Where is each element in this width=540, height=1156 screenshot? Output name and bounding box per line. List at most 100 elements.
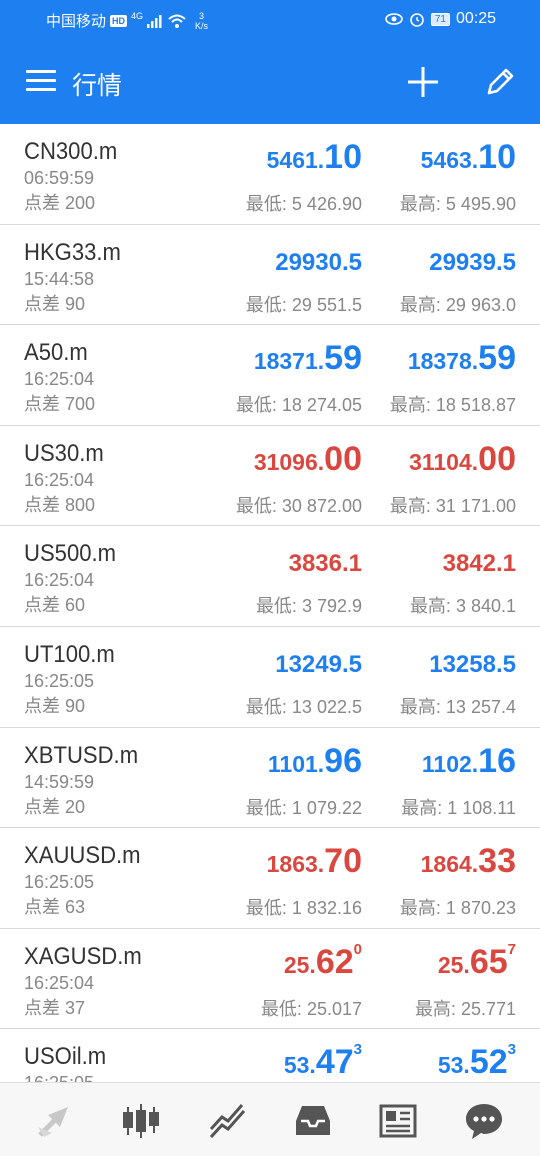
ask-price-big: 10 — [478, 138, 516, 176]
ask-price-big: 52 — [469, 1043, 508, 1082]
high-price: 最高: 13 257.4 — [399, 696, 516, 717]
quote-row[interactable]: CN300.m 06:59:59 点差 200 5461.10 5463.10 最低: 5… — [0, 124, 540, 225]
trade-line-icon[interactable] — [208, 1101, 248, 1141]
ask-price: 13258.5 — [429, 651, 516, 679]
quote-row[interactable]: XBTUSD.m 14:59:59 点差 20 1101.96 1102.16 最低: 1… — [0, 728, 540, 829]
quote-row[interactable]: US30.m 16:25:04 点差 800 31096.00 31104.00 最低: … — [0, 426, 540, 527]
low-price: 最低: 5 426.90 — [245, 194, 362, 214]
ask-price-pip: 7 — [507, 940, 516, 958]
inbox-icon[interactable] — [293, 1101, 333, 1141]
app-bar: 行情 — [0, 40, 540, 124]
news-icon[interactable] — [378, 1101, 418, 1141]
bid-price-main: 1863. — [266, 851, 325, 878]
bid-price-big: 70 — [324, 842, 362, 881]
bid-price: 25.620 — [283, 940, 362, 982]
symbol-name: US500.m — [24, 540, 117, 568]
bid-price: 1101.96 — [268, 742, 362, 781]
high-price: 最高: 3 840.1 — [409, 596, 516, 617]
speed-unit: K/s — [195, 20, 209, 31]
bid-price-big: 62 — [315, 942, 354, 981]
low-price: 最低: 18 274.05 — [235, 395, 362, 416]
ask-price-big: 00 — [478, 439, 516, 478]
quote-time: 16:25:04 — [24, 469, 95, 490]
spread-label: 点差 90 — [24, 695, 86, 716]
bid-price: 13249.5 — [275, 651, 362, 679]
quote-row[interactable]: UT100.m 16:25:05 点差 90 13249.5 13258.5 最低: 13… — [0, 627, 540, 728]
quote-time: 16:25:05 — [24, 872, 95, 893]
low-price: 最低: 30 872.00 — [235, 495, 362, 516]
symbol-name: CN300.m — [24, 138, 118, 165]
bid-price: 29930.5 — [275, 249, 362, 277]
bid-price-main: 1101. — [267, 750, 325, 777]
bid-price-value: 29930.5 — [275, 248, 362, 276]
spread-label: 点差 700 — [24, 394, 96, 415]
bid-price-big: 10 — [324, 138, 362, 176]
high-price: 最高: 1 870.23 — [399, 898, 516, 919]
symbol-name: A50.m — [24, 339, 88, 367]
add-symbol-icon[interactable] — [405, 64, 441, 100]
ask-price-value: 29939.5 — [429, 248, 516, 276]
symbol-name: XAGUSD.m — [24, 942, 142, 970]
spread-label: 点差 37 — [24, 997, 86, 1018]
bid-price: 5461.10 — [267, 138, 362, 177]
ask-price-big: 59 — [478, 339, 516, 378]
eye-icon — [385, 13, 403, 25]
bottom-nav — [0, 1082, 540, 1156]
high-price: 最高: 29 963.0 — [399, 294, 516, 315]
bid-price-big: 00 — [324, 439, 362, 478]
chat-icon[interactable] — [464, 1101, 504, 1141]
quote-time: 06:59:59 — [24, 168, 95, 188]
symbol-name: UT100.m — [24, 640, 115, 668]
low-price: 最低: 13 022.5 — [245, 696, 362, 717]
ask-price-big: 65 — [469, 942, 508, 981]
page-title: 行情 — [72, 72, 123, 100]
bid-price: 53.473 — [283, 1041, 362, 1082]
menu-icon[interactable] — [26, 70, 56, 94]
spread-label: 点差 800 — [24, 494, 96, 515]
ask-price-main: 31104. — [409, 448, 479, 475]
high-price: 最高: 1 108.11 — [401, 797, 516, 818]
edit-icon[interactable] — [482, 64, 518, 100]
quote-row[interactable]: A50.m 16:25:04 点差 700 18371.59 18378.59 最低: 1… — [0, 325, 540, 426]
low-price: 最低: 1 079.22 — [245, 797, 362, 818]
quote-row[interactable]: US500.m 16:25:04 点差 60 3836.1 3842.1 最低: 3 79… — [0, 526, 540, 627]
low-price: 最低: 1 832.16 — [245, 898, 362, 919]
status-bar: 中国移动 HD 4G 3 K/s 71 00:25 — [0, 0, 540, 40]
spread-label: 点差 63 — [24, 897, 86, 918]
bid-price-pip: 0 — [353, 940, 362, 958]
candlestick-chart-icon[interactable] — [121, 1101, 161, 1141]
signal-icon — [147, 14, 162, 28]
bid-price-main: 18371. — [253, 348, 325, 375]
quote-row[interactable]: HKG33.m 15:44:58 点差 90 29930.5 29939.5 最低: 29… — [0, 225, 540, 326]
ask-price: 1102.16 — [422, 742, 516, 781]
ask-price: 18378.59 — [408, 339, 516, 378]
symbol-name: USOil.m — [24, 1043, 107, 1071]
quote-row[interactable]: USOil.m16:25:0553.47353.523 — [0, 1029, 540, 1082]
symbol-name: US30.m — [24, 439, 104, 467]
bid-price-main: 25. — [283, 951, 316, 978]
bid-price-big: 47 — [315, 1043, 354, 1082]
battery-icon: 71 — [430, 12, 450, 26]
ask-price-main: 18378. — [407, 348, 479, 375]
bid-price-main: 53. — [283, 1052, 316, 1079]
bid-price: 3836.1 — [289, 550, 362, 578]
network-type: 4G — [131, 10, 144, 21]
bid-price-main: 5461. — [266, 147, 325, 173]
quotes-arrows-icon[interactable] — [34, 1101, 74, 1141]
low-price: 最低: 3 792.9 — [255, 596, 362, 617]
ask-price-value: 3842.1 — [442, 550, 516, 578]
quote-row[interactable]: XAUUSD.m 16:25:05 点差 63 1863.70 1864.33 最低: 1… — [0, 828, 540, 929]
high-price: 最高: 31 171.00 — [389, 495, 516, 516]
quote-time: 14:59:59 — [24, 771, 95, 792]
spread-label: 点差 60 — [24, 595, 86, 616]
quote-row[interactable]: XAGUSD.m 16:25:04 点差 37 25.620 25.657 最低: 25.… — [0, 929, 540, 1030]
quote-time: 15:44:58 — [24, 268, 95, 289]
quotes-list[interactable]: CN300.m 06:59:59 点差 200 5461.10 5463.10 最低: 5… — [0, 124, 540, 1082]
high-price: 最高: 5 495.90 — [399, 194, 516, 214]
ask-price-value: 13258.5 — [429, 650, 516, 678]
ask-price: 31104.00 — [409, 440, 516, 479]
carrier-label: 中国移动 — [46, 13, 107, 30]
low-price: 最低: 25.017 — [260, 998, 362, 1019]
ask-price: 5463.10 — [421, 138, 516, 177]
bid-price: 18371.59 — [254, 339, 362, 378]
